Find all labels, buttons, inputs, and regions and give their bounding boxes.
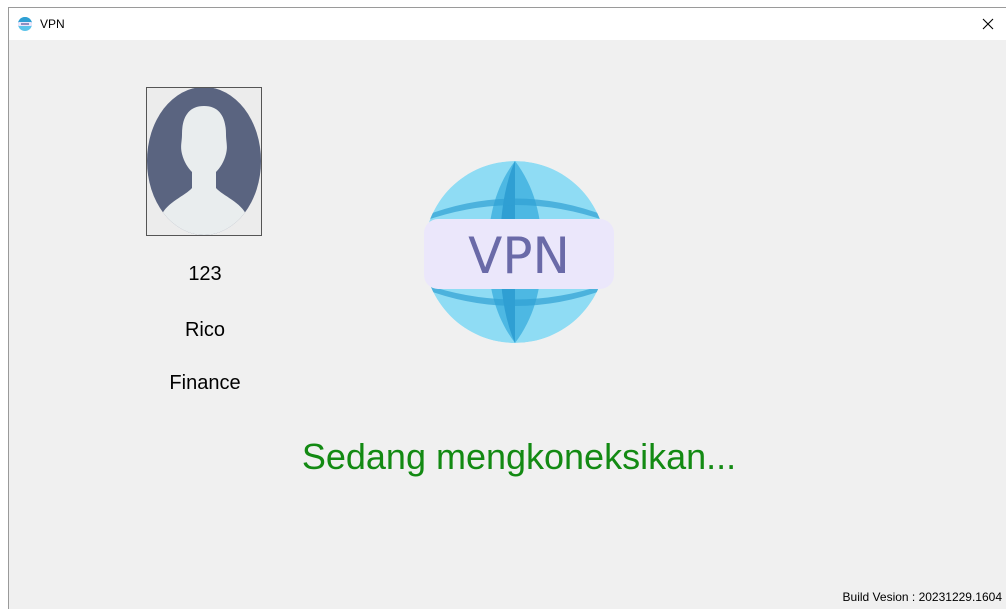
window-title: VPN <box>40 17 65 31</box>
user-avatar <box>146 87 262 236</box>
globe-vpn-icon: VPN <box>424 161 614 343</box>
person-silhouette-icon <box>147 88 261 235</box>
vpn-window: VPN 123 Rico Finance VPN Sedang mengkone… <box>8 7 1006 609</box>
close-button[interactable] <box>970 8 1006 40</box>
vpn-globe-app-icon <box>18 17 32 31</box>
vpn-logo-text: VPN <box>468 227 570 285</box>
user-name: Rico <box>184 319 225 341</box>
build-version: Build Vesion : 20231229.1604 <box>842 590 1002 604</box>
user-department: Finance <box>169 372 241 394</box>
user-id: 123 <box>188 263 222 285</box>
title-bar[interactable]: VPN <box>9 8 1006 40</box>
close-icon <box>982 18 994 30</box>
connection-status: Sedang mengkoneksikan... <box>301 436 737 477</box>
